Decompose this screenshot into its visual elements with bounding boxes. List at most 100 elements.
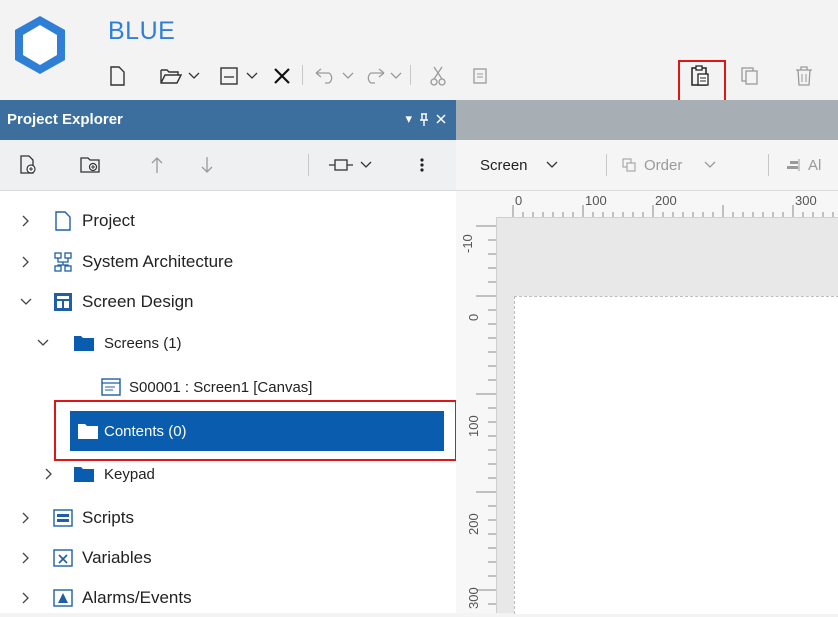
tree-item-system-architecture[interactable]: System Architecture	[0, 243, 456, 281]
ruler-label: 0	[515, 193, 523, 208]
undo-icon	[315, 68, 333, 84]
contents-highlight-box	[54, 400, 457, 461]
delete-button[interactable]	[792, 56, 816, 96]
tree-label: S00001 : Screen1 [Canvas]	[129, 378, 313, 396]
designer-tab-strip	[456, 100, 838, 140]
designer-toolbar: Screen Order Al	[456, 140, 838, 191]
chevron-right-icon[interactable]	[19, 511, 33, 525]
scripts-icon	[52, 507, 74, 529]
tree-item-screen-design[interactable]: Screen Design	[0, 283, 456, 321]
save-icon	[220, 67, 238, 85]
redo-dropdown[interactable]	[388, 56, 404, 96]
arrow-down-icon	[201, 157, 213, 173]
tree-item-alarms-events[interactable]: Alarms/Events	[0, 579, 456, 617]
add-item-button[interactable]	[10, 148, 46, 182]
ruler-label: 300	[795, 193, 817, 208]
chevron-down-icon	[546, 161, 557, 168]
tree-label: Project	[82, 211, 135, 230]
chevron-down-icon	[360, 161, 372, 168]
copy-button[interactable]	[468, 56, 492, 96]
open-folder-icon	[160, 69, 182, 84]
chevron-down-icon	[342, 72, 354, 79]
screen-dropdown[interactable]: Screen	[480, 150, 558, 180]
redo-button[interactable]	[362, 56, 386, 96]
tree-label: Variables	[82, 548, 152, 567]
tree-item-scripts[interactable]: Scripts	[0, 499, 456, 537]
alarm-icon	[52, 587, 74, 609]
panel-title: Project Explorer	[7, 111, 123, 128]
more-vertical-icon	[420, 158, 424, 172]
cut-button[interactable]	[426, 56, 450, 96]
copy-icon	[473, 68, 487, 84]
ruler-label: 0	[466, 313, 481, 321]
tree-label: Alarms/Events	[82, 588, 192, 607]
tree-item-variables[interactable]: Variables	[0, 539, 456, 577]
chevron-right-icon[interactable]	[19, 214, 33, 228]
tree-item-project[interactable]: Project	[0, 202, 456, 240]
new-file-icon	[110, 66, 125, 86]
chevron-down-icon	[704, 161, 716, 168]
close-panel-icon[interactable]	[436, 114, 446, 124]
chevron-down-icon[interactable]	[36, 336, 50, 350]
main-toolbar	[100, 56, 838, 96]
screen-designer: Screen Order Al 0 100 200 300 -10 0 100 …	[456, 100, 838, 614]
ruler-label: -10	[460, 234, 475, 253]
chevron-right-icon[interactable]	[42, 467, 56, 481]
chevron-right-icon[interactable]	[19, 591, 33, 605]
trash-icon	[796, 66, 812, 86]
tree-item-screens[interactable]: Screens (1)	[0, 324, 456, 362]
project-explorer-panel: Project Explorer ▾ Project System Archit…	[0, 100, 457, 613]
toolbar-separator	[308, 154, 309, 176]
tree-label: Screen Design	[82, 292, 194, 311]
add-file-icon	[20, 155, 36, 174]
connector-icon	[329, 159, 353, 171]
ruler-label: 200	[466, 513, 481, 535]
chevron-down-icon	[188, 72, 200, 79]
toolbar-separator	[606, 154, 607, 176]
close-icon	[274, 68, 290, 84]
cut-icon	[430, 66, 446, 86]
screen-dropdown-label: Screen	[480, 156, 528, 174]
duplicate-icon	[741, 67, 758, 85]
chevron-right-icon[interactable]	[19, 551, 33, 565]
add-folder-button[interactable]	[72, 148, 108, 182]
add-folder-icon	[80, 157, 100, 173]
vertical-ruler: -10 0 100 200 300	[456, 217, 497, 613]
save-dropdown[interactable]	[244, 56, 260, 96]
chevron-down-icon[interactable]	[19, 295, 33, 309]
toolbar-separator	[768, 154, 769, 176]
pin-icon[interactable]	[419, 112, 429, 126]
ruler-label: 100	[466, 415, 481, 437]
close-project-button[interactable]	[270, 56, 294, 96]
tree-label: System Architecture	[82, 252, 234, 271]
connect-dropdown-button[interactable]	[318, 148, 382, 182]
horizontal-ruler: 0 100 200 300	[496, 191, 838, 218]
chevron-down-icon	[246, 72, 258, 79]
page-icon	[52, 210, 74, 232]
ruler-label: 200	[655, 193, 677, 208]
order-dropdown[interactable]: Order	[622, 150, 716, 180]
folder-icon	[73, 332, 95, 354]
align-dropdown[interactable]: Al	[786, 150, 821, 180]
screen-icon	[100, 376, 122, 398]
move-up-button[interactable]	[145, 148, 169, 182]
undo-dropdown[interactable]	[340, 56, 356, 96]
redo-icon	[367, 68, 385, 84]
network-icon	[52, 251, 74, 273]
open-dropdown[interactable]	[186, 56, 202, 96]
duplicate-button[interactable]	[738, 56, 762, 96]
order-label: Order	[644, 156, 683, 174]
save-button[interactable]	[218, 56, 240, 96]
toolbar-separator	[302, 65, 303, 85]
undo-button[interactable]	[314, 56, 338, 96]
app-logo-icon	[15, 16, 65, 74]
ruler-label: 300	[466, 587, 481, 609]
tree-label: Screens (1)	[104, 334, 182, 352]
move-down-button[interactable]	[195, 148, 219, 182]
screen-canvas[interactable]	[514, 296, 838, 614]
more-options-button[interactable]	[414, 148, 430, 182]
chevron-right-icon[interactable]	[19, 255, 33, 269]
new-file-button[interactable]	[104, 56, 130, 96]
open-button[interactable]	[158, 56, 184, 96]
panel-menu-icon[interactable]: ▾	[405, 111, 412, 127]
